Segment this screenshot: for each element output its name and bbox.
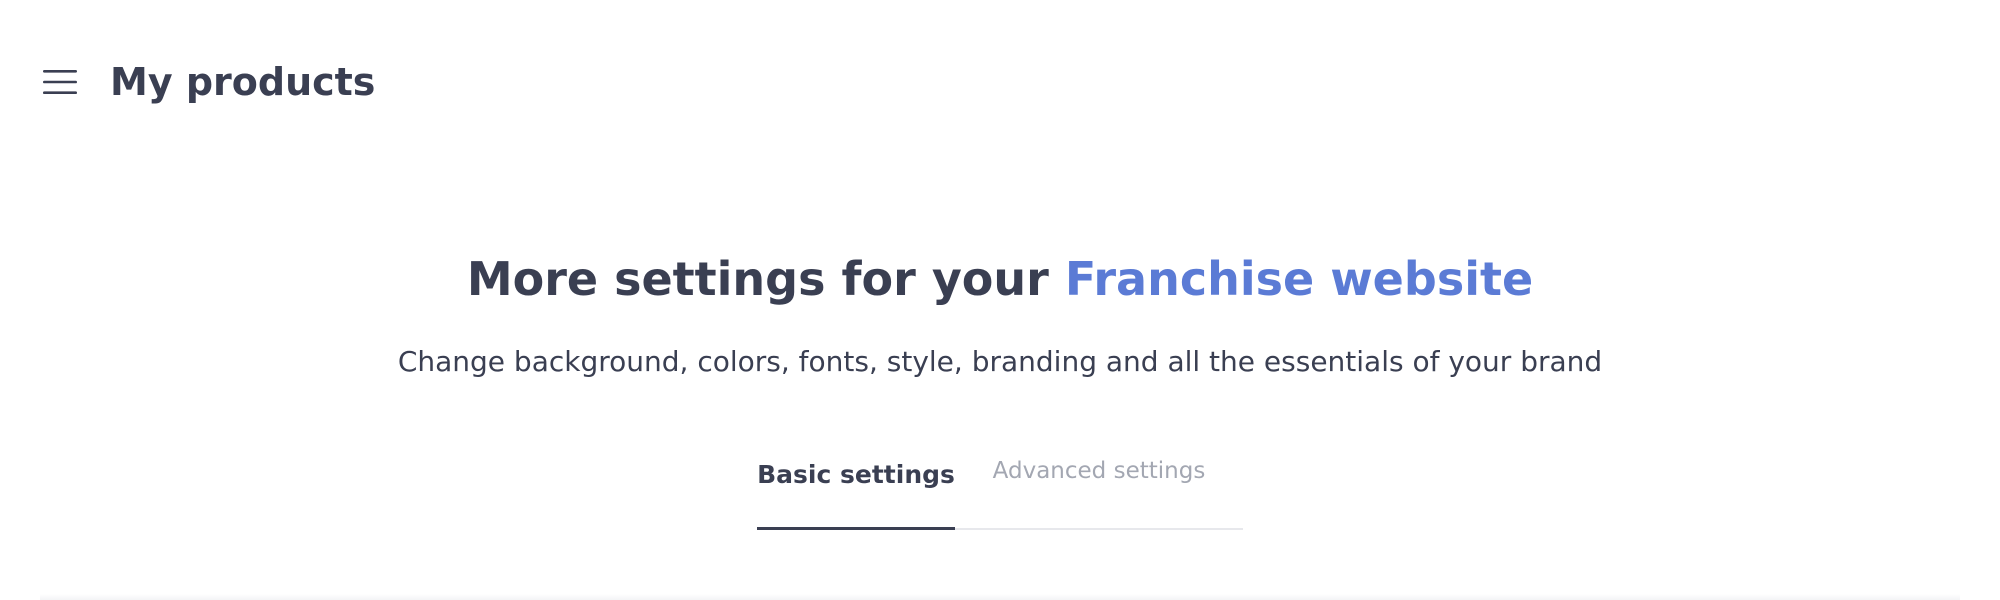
hero-title: More settings for your Franchise website: [0, 252, 2000, 306]
tab-basic-settings[interactable]: Basic settings: [757, 452, 955, 530]
hamburger-menu-button[interactable]: [40, 62, 80, 102]
settings-tabs: Basic settings Advanced settings: [757, 452, 1243, 530]
tab-advanced-settings[interactable]: Advanced settings: [955, 452, 1243, 528]
hero-title-prefix: More settings for your: [466, 252, 1065, 306]
tab-basic-settings-label: Basic settings: [757, 460, 955, 489]
tab-advanced-settings-label: Advanced settings: [992, 458, 1206, 484]
content-card-edge: [40, 594, 1960, 600]
hero-title-accent: Franchise website: [1064, 252, 1534, 306]
hamburger-menu-icon: [43, 70, 77, 94]
top-header: My products: [40, 52, 375, 112]
page-title: My products: [110, 60, 376, 104]
page: My products More settings for your Franc…: [0, 0, 2000, 600]
hero-subtitle: Change background, colors, fonts, style,…: [397, 345, 1603, 378]
